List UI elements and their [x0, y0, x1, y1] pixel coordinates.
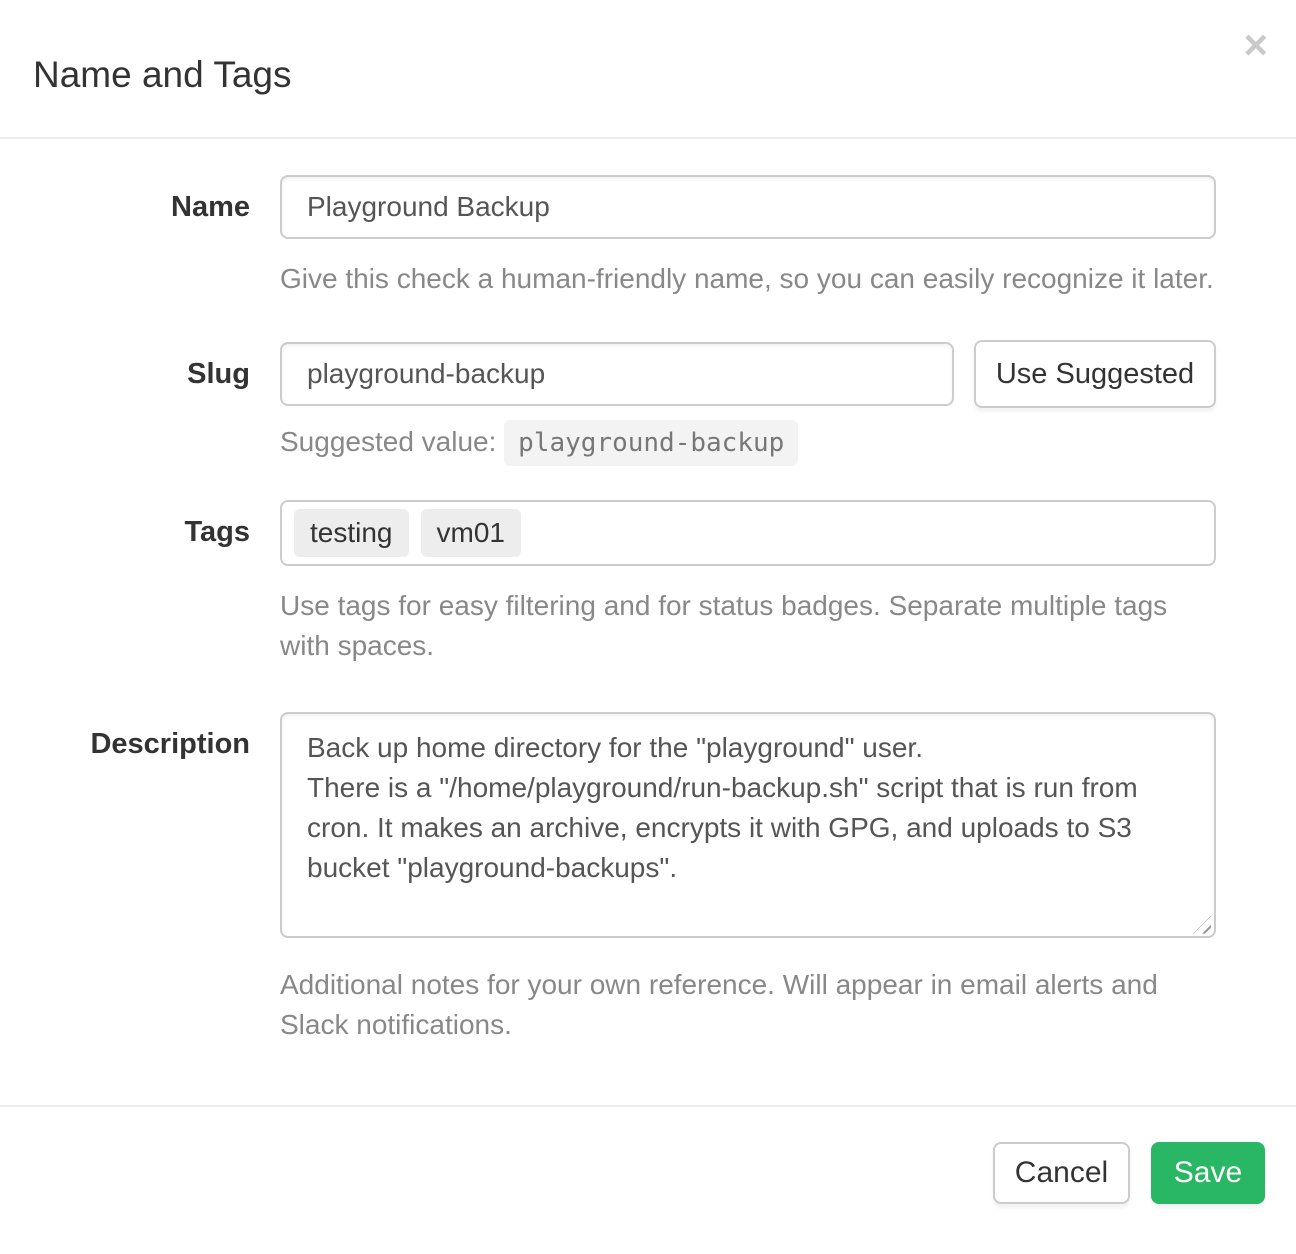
dialog-body: Name Give this check a human-friendly na… — [0, 139, 1296, 1105]
dialog-title: Name and Tags — [33, 56, 291, 93]
name-controls: Give this check a human-friendly name, s… — [280, 175, 1216, 299]
dialog-footer: Cancel Save — [0, 1105, 1296, 1237]
tag-chip-vm01[interactable]: vm01 — [421, 509, 521, 557]
description-controls: Back up home directory for the "playgrou… — [280, 712, 1216, 1045]
suggested-value-line: Suggested value: playground-backup — [280, 426, 1216, 458]
description-help-text: Additional notes for your own reference.… — [280, 965, 1216, 1045]
description-form-row: Description Back up home directory for t… — [0, 712, 1296, 1045]
save-button[interactable]: Save — [1151, 1142, 1265, 1204]
tags-label: Tags — [0, 500, 250, 666]
use-suggested-button[interactable]: Use Suggested — [974, 340, 1216, 408]
name-and-tags-dialog: Name and Tags × Name Give this check a h… — [0, 0, 1296, 1254]
suggested-value-code: playground-backup — [504, 420, 798, 466]
close-icon[interactable]: × — [1243, 24, 1268, 66]
tags-form-row: Tags testing vm01 Use tags for easy filt… — [0, 500, 1296, 666]
cancel-button[interactable]: Cancel — [993, 1142, 1130, 1204]
tag-chip-testing[interactable]: testing — [294, 509, 409, 557]
slug-label: Slug — [0, 342, 250, 458]
slug-form-row: Slug Use Suggested Suggested value: play… — [0, 342, 1296, 458]
name-help-text: Give this check a human-friendly name, s… — [280, 259, 1216, 299]
description-label: Description — [0, 712, 250, 1045]
dialog-header: Name and Tags × — [0, 0, 1296, 139]
name-label: Name — [0, 175, 250, 299]
name-field[interactable] — [280, 175, 1216, 239]
tags-input[interactable]: testing vm01 — [280, 500, 1216, 566]
slug-field[interactable] — [280, 342, 954, 406]
description-textarea-wrap: Back up home directory for the "playgrou… — [280, 712, 1216, 943]
suggested-value-label: Suggested value: — [280, 426, 496, 457]
description-field[interactable]: Back up home directory for the "playgrou… — [280, 712, 1216, 938]
tags-controls: testing vm01 Use tags for easy filtering… — [280, 500, 1216, 666]
slug-input-group: Use Suggested — [280, 342, 1216, 408]
tags-help-text: Use tags for easy filtering and for stat… — [280, 586, 1216, 666]
slug-controls: Use Suggested Suggested value: playgroun… — [280, 342, 1216, 458]
name-form-row: Name Give this check a human-friendly na… — [0, 175, 1296, 299]
